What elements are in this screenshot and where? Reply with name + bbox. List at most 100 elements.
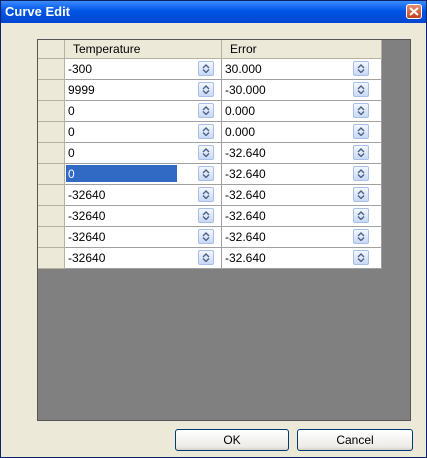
curve-grid[interactable]: Temperature Error -300 30.000 9999 -30.000 0… [37,39,411,421]
error-value: -32.640 [225,209,266,223]
error-spinner[interactable] [353,61,369,76]
error-value: -30.000 [225,83,266,97]
spin-up-down-icon [202,148,210,157]
table-row[interactable]: -32640 -32.640 [38,248,382,269]
row-header[interactable] [38,227,65,248]
temperature-spinner[interactable] [198,82,214,97]
error-cell[interactable]: 30.000 [222,59,382,80]
table-row[interactable]: 0 -32.640 [38,164,382,185]
close-button[interactable] [406,4,422,19]
temperature-value: 9999 [68,83,95,97]
error-cell[interactable]: 0.000 [222,101,382,122]
spin-up-down-icon [202,190,210,199]
error-spinner[interactable] [353,229,369,244]
error-cell[interactable]: 0.000 [222,122,382,143]
spin-up-down-icon [202,64,210,73]
temperature-spinner[interactable] [198,124,214,139]
temperature-cell[interactable]: 0 [65,122,222,143]
temperature-spinner[interactable] [198,166,214,181]
spin-up-down-icon [202,85,210,94]
row-header[interactable] [38,164,65,185]
error-cell[interactable]: -32.640 [222,185,382,206]
temperature-spinner[interactable] [198,145,214,160]
row-header[interactable] [38,122,65,143]
temperature-value: 0 [68,104,75,118]
spin-up-down-icon [357,106,365,115]
temperature-cell[interactable]: 0 [65,164,222,185]
temperature-cell[interactable]: 0 [65,143,222,164]
table-row[interactable]: -32640 -32.640 [38,227,382,248]
table-row[interactable]: 9999 -30.000 [38,80,382,101]
title-bar[interactable]: Curve Edit [1,1,426,23]
error-value: -32.640 [225,251,266,265]
temperature-cell[interactable]: -32640 [65,185,222,206]
row-header[interactable] [38,206,65,227]
error-cell[interactable]: -32.640 [222,227,382,248]
table-row[interactable]: 0 -32.640 [38,143,382,164]
error-cell[interactable]: -30.000 [222,80,382,101]
spin-up-down-icon [202,169,210,178]
error-cell[interactable]: -32.640 [222,248,382,269]
temperature-value: 0 [68,125,75,139]
table-row[interactable]: -300 30.000 [38,59,382,80]
table-row[interactable]: 0 0.000 [38,122,382,143]
row-header[interactable] [38,80,65,101]
error-spinner[interactable] [353,82,369,97]
row-header[interactable] [38,248,65,269]
spin-up-down-icon [202,211,210,220]
error-cell[interactable]: -32.640 [222,206,382,227]
error-spinner[interactable] [353,187,369,202]
error-value: -32.640 [225,167,266,181]
spin-up-down-icon [357,190,365,199]
spin-up-down-icon [202,127,210,136]
temperature-cell[interactable]: 0 [65,101,222,122]
table-row[interactable]: -32640 -32.640 [38,185,382,206]
close-icon [409,7,419,16]
error-spinner[interactable] [353,250,369,265]
temperature-spinner[interactable] [198,208,214,223]
temperature-spinner[interactable] [198,250,214,265]
temperature-spinner[interactable] [198,187,214,202]
temperature-cell[interactable]: 9999 [65,80,222,101]
error-spinner[interactable] [353,103,369,118]
spin-up-down-icon [357,253,365,262]
spin-up-down-icon [357,211,365,220]
error-value: -32.640 [225,146,266,160]
spin-up-down-icon [357,127,365,136]
spin-up-down-icon [357,148,365,157]
error-cell[interactable]: -32.640 [222,143,382,164]
spin-up-down-icon [357,64,365,73]
error-spinner[interactable] [353,145,369,160]
ok-button[interactable]: OK [175,429,289,451]
temperature-spinner[interactable] [198,103,214,118]
temperature-spinner[interactable] [198,229,214,244]
spin-up-down-icon [357,169,365,178]
table-row[interactable]: 0 0.000 [38,101,382,122]
temperature-cell[interactable]: -32640 [65,227,222,248]
grid-corner [38,40,65,59]
error-spinner[interactable] [353,124,369,139]
temperature-cell[interactable]: -32640 [65,248,222,269]
error-value: -32.640 [225,230,266,244]
column-header-error[interactable]: Error [222,40,382,59]
error-spinner[interactable] [353,208,369,223]
temperature-value: -32640 [68,251,106,265]
table-row[interactable]: -32640 -32.640 [38,206,382,227]
temperature-spinner[interactable] [198,61,214,76]
temperature-cell[interactable]: -32640 [65,206,222,227]
error-value: 30.000 [225,62,262,76]
row-header[interactable] [38,185,65,206]
column-header-temperature[interactable]: Temperature [65,40,222,59]
temperature-value: -300 [68,62,93,76]
cancel-button[interactable]: Cancel [297,429,413,451]
row-header[interactable] [38,59,65,80]
row-header[interactable] [38,143,65,164]
temperature-cell[interactable]: -300 [65,59,222,80]
curve-edit-window: Curve Edit Temperature Error -300 30.000 9… [0,0,427,458]
row-header[interactable] [38,101,65,122]
error-value: 0.000 [225,104,256,118]
window-title: Curve Edit [5,4,71,19]
error-spinner[interactable] [353,166,369,181]
error-cell[interactable]: -32.640 [222,164,382,185]
temperature-value: -32640 [68,209,106,223]
